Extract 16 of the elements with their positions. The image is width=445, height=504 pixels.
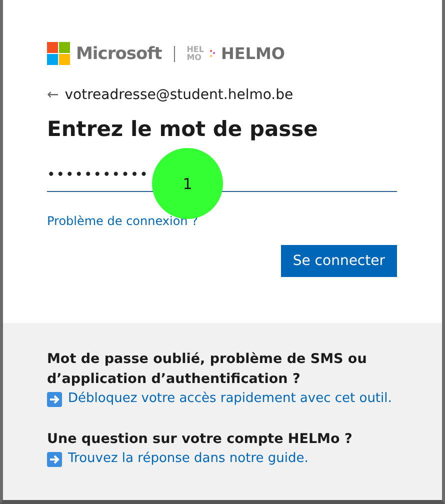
arrow-right-icon xyxy=(47,392,62,406)
page-title: Entrez le mot de passe xyxy=(47,117,319,141)
school-logo-text: HELMO xyxy=(220,44,286,63)
back-arrow[interactable]: ← xyxy=(47,87,59,103)
sign-in-button[interactable]: Se connecter xyxy=(280,245,397,277)
logo-mark-text: HEL xyxy=(186,46,204,54)
logo-mark-text: MO xyxy=(186,54,202,62)
arrow-right-icon xyxy=(47,452,62,466)
help-link[interactable]: Trouvez la réponse dans notre guide. xyxy=(68,449,308,469)
help-link[interactable]: Débloquez votre accès rapidement avec cet outil. xyxy=(68,389,392,409)
help-question: Mot de passe oublié, problème de SMS ou d’application d’authentification ? xyxy=(47,350,368,389)
company-logo-text: Microsoft xyxy=(76,44,162,64)
microsoft-logo-icon xyxy=(47,42,70,65)
account-email: votreadresse@student.helmo.be xyxy=(64,87,294,103)
help-question: Une question sur votre compte HELMo ? xyxy=(47,430,354,449)
dots-icon xyxy=(210,50,215,57)
